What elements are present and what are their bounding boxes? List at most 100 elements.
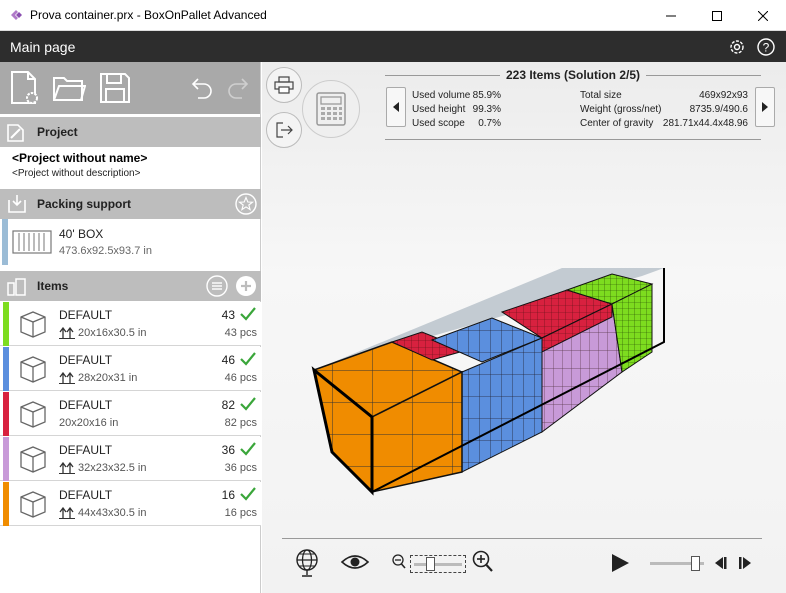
item-pcs: 43 pcs bbox=[224, 327, 257, 339]
step-back-icon[interactable] bbox=[712, 556, 728, 570]
solution-title: 223 Items (Solution 2/5) bbox=[499, 68, 647, 82]
item-name: DEFAULT bbox=[59, 488, 113, 502]
project-section-header[interactable]: Project bbox=[0, 117, 261, 147]
zoom-in-icon[interactable] bbox=[472, 550, 494, 574]
zoom-slider[interactable] bbox=[410, 555, 466, 573]
new-document-icon[interactable] bbox=[8, 70, 42, 106]
checkmark-icon bbox=[240, 307, 256, 321]
item-row[interactable]: DEFAULT 20x16x30.5 in 43 43 pcs bbox=[0, 302, 261, 346]
items-section-header[interactable]: Items bbox=[0, 271, 261, 301]
items-icon bbox=[7, 278, 26, 296]
item-dims: 20x20x16 in bbox=[59, 417, 119, 429]
globe-view-icon[interactable] bbox=[294, 548, 322, 578]
checkmark-icon bbox=[240, 487, 256, 501]
close-button[interactable] bbox=[740, 0, 786, 31]
item-count: 36 bbox=[221, 443, 235, 457]
item-pcs: 46 pcs bbox=[224, 372, 257, 384]
stat-label-total-size: Total size bbox=[580, 90, 622, 101]
box-icon bbox=[20, 446, 46, 473]
item-pcs: 16 pcs bbox=[224, 507, 257, 519]
container-3d-view[interactable] bbox=[292, 242, 692, 502]
stat-label-used-height: Used height bbox=[412, 104, 466, 115]
support-name: 40' BOX bbox=[59, 227, 104, 241]
zoom-slider-track bbox=[414, 563, 462, 566]
save-icon[interactable] bbox=[98, 70, 132, 106]
gear-icon[interactable] bbox=[727, 37, 747, 57]
item-row[interactable]: DEFAULT 28x20x31 in 46 46 pcs bbox=[0, 347, 261, 391]
app-logo-icon bbox=[11, 10, 22, 20]
stat-value-used-height: 99.3% bbox=[472, 104, 501, 115]
item-row[interactable]: DEFAULT 32x23x32.5 in 36 36 pcs bbox=[0, 437, 261, 481]
window-titlebar: Prova container.prx - BoxOnPallet Advanc… bbox=[0, 0, 786, 31]
stat-value-used-volume: 85.9% bbox=[472, 90, 501, 101]
item-row[interactable]: DEFAULT 44x43x30.5 in 16 16 pcs bbox=[0, 482, 261, 526]
close-icon bbox=[758, 10, 768, 21]
calculator-icon bbox=[316, 92, 346, 126]
packing-support-item[interactable]: 40' BOX 473.6x92.5x93.7 in bbox=[2, 219, 259, 265]
minimize-button[interactable] bbox=[648, 0, 694, 31]
item-color-stripe bbox=[3, 392, 9, 436]
item-row[interactable]: DEFAULT 20x20x16 in 82 82 pcs bbox=[0, 392, 261, 436]
item-color-stripe bbox=[3, 482, 9, 526]
packing-support-icon bbox=[8, 195, 26, 213]
minimize-icon bbox=[666, 15, 676, 16]
checkmark-icon bbox=[240, 442, 256, 456]
support-dims: 473.6x92.5x93.7 in bbox=[59, 245, 152, 257]
stat-label-center-of-gravity: Center of gravity bbox=[580, 118, 654, 129]
undo-icon[interactable] bbox=[188, 70, 214, 106]
stat-value-weight: 8735.9/490.6 bbox=[689, 104, 748, 115]
box-icon bbox=[20, 311, 46, 338]
packing-support-section-header[interactable]: Packing support bbox=[0, 189, 261, 219]
item-count: 46 bbox=[221, 353, 235, 367]
play-icon[interactable] bbox=[610, 553, 630, 573]
prev-solution-button[interactable] bbox=[386, 87, 406, 127]
redo-icon[interactable] bbox=[226, 70, 252, 106]
item-pcs: 82 pcs bbox=[224, 417, 257, 429]
item-dims: 28x20x31 in bbox=[78, 372, 138, 384]
project-section-label: Project bbox=[37, 125, 78, 139]
item-count: 82 bbox=[221, 398, 235, 412]
solution-divider-bottom bbox=[385, 139, 761, 140]
box-icon bbox=[20, 356, 46, 383]
timeline-slider-thumb[interactable] bbox=[690, 556, 700, 571]
maximize-button[interactable] bbox=[694, 0, 740, 31]
step-forward-icon[interactable] bbox=[738, 556, 754, 570]
timeline-slider[interactable] bbox=[650, 554, 706, 572]
project-name[interactable]: <Project without name> bbox=[12, 151, 147, 165]
orientation-arrows-icon bbox=[59, 372, 75, 384]
next-solution-button[interactable] bbox=[755, 87, 775, 127]
item-color-stripe bbox=[3, 437, 9, 481]
box-icon bbox=[20, 401, 46, 428]
checkmark-icon bbox=[240, 397, 256, 411]
item-name: DEFAULT bbox=[59, 398, 113, 412]
item-color-stripe bbox=[3, 347, 9, 391]
help-icon[interactable]: ? bbox=[756, 37, 776, 57]
favorite-star-icon[interactable] bbox=[235, 193, 257, 215]
project-description[interactable]: <Project without description> bbox=[12, 168, 140, 179]
chevron-right-icon bbox=[762, 102, 768, 112]
zoom-out-icon[interactable] bbox=[392, 554, 406, 570]
orientation-arrows-icon bbox=[59, 327, 75, 339]
visibility-eye-icon[interactable] bbox=[340, 552, 370, 572]
print-button[interactable] bbox=[266, 67, 302, 103]
main-view: 223 Items (Solution 2/5) Used volume 85.… bbox=[262, 62, 786, 593]
stat-label-weight: Weight (gross/net) bbox=[580, 104, 662, 115]
file-toolbar bbox=[0, 62, 260, 114]
calculate-button[interactable] bbox=[302, 80, 360, 138]
export-icon bbox=[276, 122, 293, 138]
controls-divider bbox=[282, 538, 762, 539]
app-header: Main page ? bbox=[0, 31, 786, 62]
zoom-slider-thumb[interactable] bbox=[425, 557, 435, 571]
item-count: 16 bbox=[221, 488, 235, 502]
export-button[interactable] bbox=[266, 112, 302, 148]
open-folder-icon[interactable] bbox=[52, 70, 86, 106]
item-name: DEFAULT bbox=[59, 443, 113, 457]
item-color-stripe bbox=[3, 302, 9, 346]
list-menu-icon[interactable] bbox=[206, 275, 228, 297]
item-name: DEFAULT bbox=[59, 353, 113, 367]
add-item-icon[interactable] bbox=[235, 275, 257, 297]
support-color-stripe bbox=[2, 219, 8, 265]
page-title: Main page bbox=[10, 38, 76, 55]
item-name: DEFAULT bbox=[59, 308, 113, 322]
stat-value-center-of-gravity: 281.71x44.4x48.96 bbox=[662, 118, 748, 129]
